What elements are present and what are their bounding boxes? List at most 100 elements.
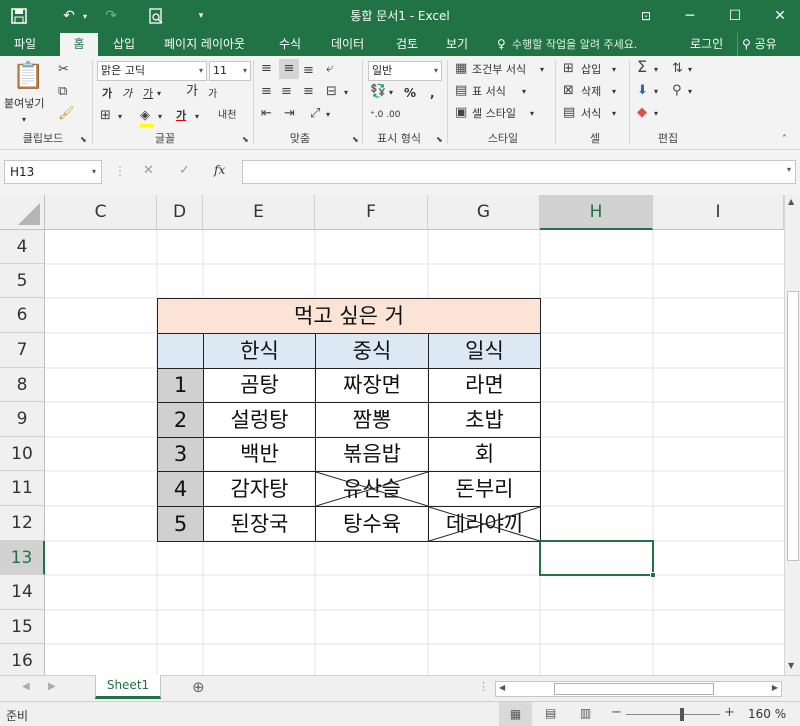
- merge-center-icon[interactable]: ⊟: [326, 84, 337, 100]
- cond-dropdown-icon[interactable]: ▾: [540, 62, 544, 78]
- increase-indent-icon[interactable]: ⇥: [284, 106, 295, 122]
- paste-icon[interactable]: 📋: [12, 61, 44, 91]
- number-launcher-icon[interactable]: ⬊: [436, 132, 443, 148]
- delete-cells-button[interactable]: 삭제: [581, 84, 601, 100]
- bold-button[interactable]: 가: [102, 86, 112, 102]
- undo-icon[interactable]: ↶: [58, 0, 80, 33]
- grow-font-button[interactable]: 가: [186, 84, 198, 100]
- sheet-tab-sheet1[interactable]: Sheet1: [95, 675, 161, 699]
- save-icon[interactable]: [8, 0, 30, 33]
- page-layout-view-icon[interactable]: ▤: [545, 706, 556, 720]
- column-header[interactable]: G: [428, 195, 540, 230]
- percent-button[interactable]: %: [404, 85, 416, 101]
- redo-icon[interactable]: ↷: [100, 0, 122, 33]
- scroll-up-icon[interactable]: ▲: [788, 197, 794, 206]
- table-cell[interactable]: 감자탕: [203, 471, 316, 507]
- vertical-scrollbar[interactable]: ▲ ▼: [784, 195, 800, 675]
- tab-formulas[interactable]: 수식: [279, 33, 301, 56]
- table-cell[interactable]: 볶음밥: [315, 437, 429, 472]
- scroll-left-icon[interactable]: ◀: [499, 683, 505, 692]
- insert-cells-icon[interactable]: ⊞: [563, 61, 574, 77]
- column-header[interactable]: D: [157, 195, 203, 230]
- cell-styles-icon[interactable]: ▣: [455, 105, 467, 121]
- delete-dropdown-icon[interactable]: ▾: [612, 84, 616, 100]
- font-size-select[interactable]: 11 ▾: [209, 61, 251, 81]
- row-header-selected[interactable]: 13: [0, 541, 45, 575]
- select-all-button[interactable]: [0, 195, 45, 230]
- zoom-slider-thumb[interactable]: [680, 708, 685, 721]
- shrink-font-button[interactable]: 가: [208, 87, 217, 103]
- table-cell[interactable]: 짬뽕: [315, 402, 429, 438]
- cell-styles-button[interactable]: 셀 스타일: [472, 106, 516, 122]
- format-cells-button[interactable]: 서식: [581, 106, 601, 122]
- underline-button[interactable]: 가: [143, 86, 153, 102]
- format-painter-icon[interactable]: 🖌: [58, 106, 75, 122]
- cut-icon[interactable]: ✂: [58, 62, 69, 78]
- enter-entry-icon[interactable]: ✓: [179, 163, 190, 178]
- table-row-number[interactable]: 5: [157, 506, 204, 542]
- scroll-right-sheets-icon[interactable]: ▶: [48, 681, 56, 692]
- paste-button[interactable]: 붙여넣기: [4, 96, 44, 112]
- orientation-icon[interactable]: ⤢: [310, 106, 320, 122]
- table-row-number[interactable]: 3: [157, 437, 204, 472]
- row-header[interactable]: 6: [0, 298, 45, 333]
- page-break-view-icon[interactable]: ▥: [580, 706, 591, 720]
- collapse-ribbon-icon[interactable]: ˄: [782, 132, 787, 148]
- align-center-icon[interactable]: ≡: [281, 84, 292, 100]
- table-cell[interactable]: 탕수육: [315, 506, 429, 542]
- tell-me-search[interactable]: 수행할 작업을 알려 주세요.: [512, 33, 637, 56]
- table-row-number[interactable]: 2: [157, 402, 204, 438]
- horizontal-scroll-thumb[interactable]: [554, 683, 714, 695]
- share-button[interactable]: ⚲ 공유: [737, 33, 797, 56]
- vertical-scroll-thumb[interactable]: [787, 291, 799, 561]
- conditional-formatting-button[interactable]: 조건부 서식: [472, 62, 526, 78]
- tab-home[interactable]: 홈: [60, 33, 98, 56]
- paste-dropdown-icon[interactable]: ▾: [22, 112, 26, 128]
- scroll-right-icon[interactable]: ▶: [772, 683, 778, 692]
- find-dropdown-icon[interactable]: ▾: [688, 84, 692, 100]
- undo-dropdown-icon[interactable]: ▾: [80, 0, 90, 33]
- table-header-cell[interactable]: 일식: [428, 333, 541, 369]
- table-cell[interactable]: 돈부리: [428, 471, 541, 507]
- zoom-slider-track[interactable]: [626, 714, 720, 715]
- print-preview-icon[interactable]: [145, 0, 167, 33]
- clear-dropdown-icon[interactable]: ▾: [654, 106, 658, 122]
- fill-color-dropdown-icon[interactable]: ▾: [158, 109, 162, 125]
- table-row-number[interactable]: 4: [157, 471, 204, 507]
- insert-cells-button[interactable]: 삽입: [581, 62, 601, 78]
- align-right-icon[interactable]: ≡: [303, 84, 314, 100]
- table-cell[interactable]: 라면: [428, 368, 541, 403]
- normal-view-icon[interactable]: ▦: [499, 702, 532, 726]
- merge-dropdown-icon[interactable]: ▾: [344, 85, 348, 101]
- row-header[interactable]: 14: [0, 575, 45, 610]
- row-header[interactable]: 4: [0, 230, 45, 264]
- format-as-table-icon[interactable]: ▤: [455, 83, 467, 99]
- column-header[interactable]: F: [315, 195, 428, 230]
- underline-dropdown-icon[interactable]: ▾: [157, 86, 161, 102]
- format-as-table-button[interactable]: 표 서식: [472, 84, 506, 100]
- scroll-left-sheets-icon[interactable]: ◀: [22, 681, 30, 692]
- copy-icon[interactable]: ⧉: [58, 84, 67, 100]
- zoom-out-button[interactable]: −: [611, 705, 622, 720]
- row-header[interactable]: 11: [0, 471, 45, 506]
- insert-dropdown-icon[interactable]: ▾: [612, 62, 616, 78]
- row-header[interactable]: 9: [0, 402, 45, 437]
- border-icon[interactable]: ⊞: [100, 108, 111, 124]
- conditional-formatting-icon[interactable]: ▦: [455, 61, 467, 77]
- font-color-dropdown-icon[interactable]: ▾: [195, 109, 199, 125]
- number-format-select[interactable]: 일반 ▾: [368, 61, 442, 81]
- formula-input[interactable]: ▾: [242, 160, 796, 184]
- clear-icon[interactable]: ◆: [637, 105, 647, 121]
- scroll-down-icon[interactable]: ▼: [788, 661, 794, 670]
- zoom-level[interactable]: 160 %: [748, 707, 786, 721]
- find-select-icon[interactable]: ⚲: [672, 83, 682, 99]
- clipboard-launcher-icon[interactable]: ⬊: [80, 132, 87, 148]
- table-header-cell[interactable]: 중식: [315, 333, 429, 369]
- increase-decimal-icon[interactable]: ⁺.0 .00: [370, 107, 401, 123]
- autosum-dropdown-icon[interactable]: ▾: [654, 62, 658, 78]
- row-header[interactable]: 8: [0, 368, 45, 402]
- close-button[interactable]: ✕: [765, 0, 795, 33]
- table-header-cell[interactable]: 한식: [203, 333, 316, 369]
- table-cell-crossed[interactable]: 유산슬: [315, 471, 429, 507]
- table-row-number[interactable]: 1: [157, 368, 204, 403]
